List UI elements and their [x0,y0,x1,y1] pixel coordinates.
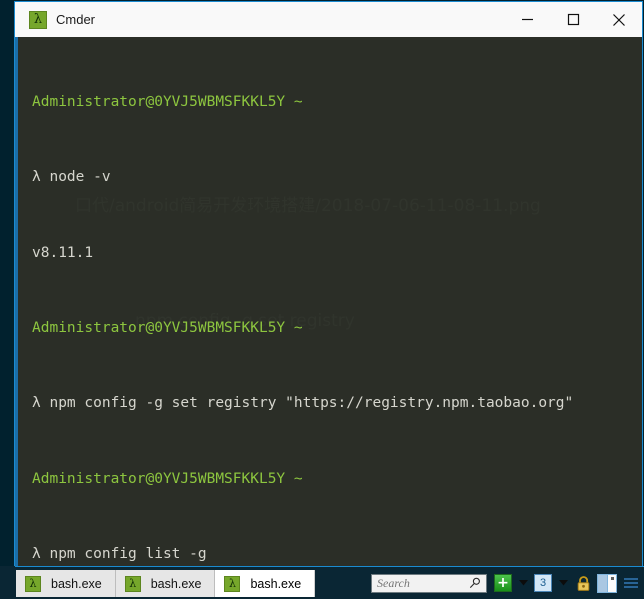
status-bar-controls: + 3 [371,571,640,595]
hamburger-menu-icon[interactable] [622,574,640,592]
minimize-icon[interactable] [504,2,550,37]
terminal-line: λ node -v [32,169,111,186]
lock-icon[interactable] [574,574,593,593]
status-bar: λ bash.exe λ bash.exe λ bash.exe Search … [0,566,644,599]
tab-label: bash.exe [51,576,102,591]
title-bar[interactable]: λ Cmder [15,2,642,37]
terminal-lines: Administrator@0YVJ5WBMSFKKL5Y ~ λ node -… [32,40,642,566]
terminal-line: λ npm config list -g [32,545,207,562]
tab-bash-1[interactable]: λ bash.exe [16,570,116,597]
tab-label: bash.exe [250,576,302,591]
window-controls [504,2,642,37]
lambda-icon: λ [29,10,47,29]
search-icon[interactable] [469,577,481,589]
terminal-line: λ npm config -g set registry "https://re… [32,395,574,412]
window-title: Cmder [56,12,96,27]
terminal-line: Administrator@0YVJ5WBMSFKKL5Y ~ [32,470,303,487]
cmder-window: λ Cmder 口代/android简易开发环境搭建/2018-07-06-11… [0,0,644,599]
lambda-icon: λ [124,575,141,592]
search-box[interactable] [371,573,487,593]
terminal-scrollbar[interactable] [15,37,18,566]
maximize-icon[interactable] [550,2,596,37]
terminal-line: v8.11.1 [32,244,94,261]
new-console-button[interactable]: + [494,574,512,592]
tab-bash-2[interactable]: λ bash.exe [115,570,216,597]
panel-toggle-icon[interactable] [597,573,617,593]
tab-count-chevron-down-icon[interactable] [556,574,570,592]
terminal-line: Administrator@0YVJ5WBMSFKKL5Y ~ [32,94,303,111]
tab-count-icon[interactable]: 3 [534,574,552,592]
lambda-icon: λ [224,575,241,592]
status-bar-divider [15,566,644,567]
tab-bash-3[interactable]: λ bash.exe [215,570,316,597]
tab-strip: λ bash.exe λ bash.exe λ bash.exe [16,570,316,598]
lambda-icon: λ [25,575,41,592]
terminal-output-area[interactable]: 口代/android简易开发环境搭建/2018-07-06-11-08-11.p… [15,37,642,566]
search-input[interactable] [377,575,469,591]
terminal-line: Administrator@0YVJ5WBMSFKKL5Y ~ [32,320,303,337]
new-console-chevron-down-icon[interactable] [516,574,530,592]
close-icon[interactable] [596,2,642,37]
tab-label: bash.exe [150,576,202,591]
